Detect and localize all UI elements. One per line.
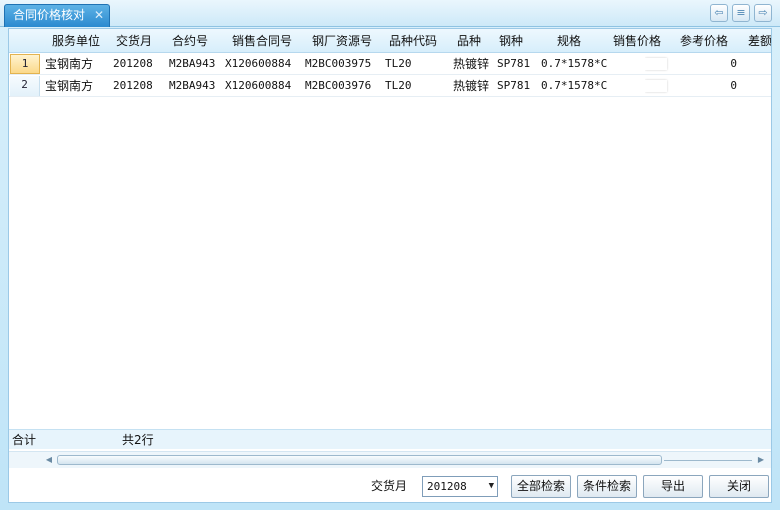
conditional-search-button[interactable]: 条件检索 xyxy=(577,475,637,498)
cell-variety-code: TL20 xyxy=(385,79,412,92)
cell-contract-no: M2BA943 xyxy=(169,57,216,70)
cell-steel-grade: SP781 xyxy=(497,57,531,70)
grid-panel: 服务单位 交货月 合约号 销售合同号 钢厂资源号 品种代码 品种 钢种 规格 销… xyxy=(8,28,772,503)
close-icon[interactable]: ✕ xyxy=(94,5,104,26)
table-row[interactable]: 2 宝钢南方 201208 M2BA943 X120600884 M2BC003… xyxy=(9,75,771,97)
scroll-track xyxy=(664,460,752,461)
header-col[interactable]: 品种代码 xyxy=(381,29,445,52)
scroll-left-icon[interactable]: ◀ xyxy=(42,453,56,467)
cell-mill-resource: M2BC003976 xyxy=(305,79,372,92)
header-col[interactable]: 差额 xyxy=(743,29,771,52)
cell-delivery-month: 201208 xyxy=(113,57,153,70)
chevron-down-icon[interactable]: ▼ xyxy=(489,477,494,496)
export-button[interactable]: 导出 xyxy=(643,475,703,498)
delivery-month-label: 交货月 xyxy=(371,479,408,493)
close-button[interactable]: 关闭 xyxy=(709,475,769,498)
cell-variety: 热镀锌 xyxy=(453,57,490,71)
menu-icon[interactable]: ≡ xyxy=(732,4,750,22)
delivery-month-select[interactable]: 201208 ▼ xyxy=(422,476,498,497)
cell-mill-resource: M2BC003975 xyxy=(305,57,372,70)
header-col[interactable]: 销售合同号 xyxy=(221,29,303,52)
cell-spec: 0.7*1578*C xyxy=(541,57,608,70)
header-rownum xyxy=(9,29,43,52)
masked-value xyxy=(645,80,667,92)
row-count: 共2行 xyxy=(122,433,154,447)
cell-sales-contract: X120600884 xyxy=(225,57,292,70)
header-col[interactable]: 钢厂资源号 xyxy=(303,29,381,52)
cell-difference xyxy=(755,75,771,96)
scroll-thumb[interactable] xyxy=(57,455,662,465)
cell-spec: 0.7*1578*C xyxy=(541,79,608,92)
row-number[interactable]: 1 xyxy=(10,54,40,74)
table-header: 服务单位 交货月 合约号 销售合同号 钢厂资源号 品种代码 品种 钢种 规格 销… xyxy=(9,29,771,53)
cell-steel-grade: SP781 xyxy=(497,79,531,92)
arrow-right-icon[interactable]: ⇨ xyxy=(754,4,772,22)
tab-title: 合同价格核对 xyxy=(13,8,86,22)
cell-sales-price xyxy=(645,53,675,74)
cell-sales-price xyxy=(645,75,675,96)
scroll-right-icon[interactable]: ▶ xyxy=(754,453,768,467)
header-col[interactable]: 品种 xyxy=(445,29,493,52)
cell-contract-no: M2BA943 xyxy=(169,79,216,92)
tab-bar: 合同价格核对 ✕ ⇦ ≡ ⇨ xyxy=(0,0,780,27)
tab-contract-price-check[interactable]: 合同价格核对 ✕ xyxy=(4,4,110,27)
summary-bar: 合计 共2行 xyxy=(9,429,771,449)
header-col[interactable]: 参考价格 xyxy=(665,29,743,52)
table-row[interactable]: 1 宝钢南方 201208 M2BA943 X120600884 M2BC003… xyxy=(9,53,771,75)
header-col[interactable]: 交货月 xyxy=(109,29,159,52)
header-col[interactable]: 销售价格 xyxy=(609,29,665,52)
row-number[interactable]: 2 xyxy=(10,76,40,96)
cell-ref-price: 0 xyxy=(730,79,737,92)
arrow-left-icon[interactable]: ⇦ xyxy=(710,4,728,22)
cell-variety-code: TL20 xyxy=(385,57,412,70)
cell-service-unit: 宝钢南方 xyxy=(45,79,94,93)
cell-variety: 热镀锌 xyxy=(453,79,490,93)
search-all-button[interactable]: 全部检索 xyxy=(511,475,571,498)
cell-delivery-month: 201208 xyxy=(113,79,153,92)
footer-toolbar: 交货月 201208 ▼ 全部检索 条件检索 导出 关闭 xyxy=(9,469,771,502)
horizontal-scrollbar[interactable]: ◀ ▶ xyxy=(9,451,771,468)
cell-service-unit: 宝钢南方 xyxy=(45,57,94,71)
cell-difference xyxy=(755,53,771,74)
header-col[interactable]: 规格 xyxy=(529,29,609,52)
cell-ref-price: 0 xyxy=(730,57,737,70)
delivery-month-value: 201208 xyxy=(427,480,467,493)
cell-sales-contract: X120600884 xyxy=(225,79,292,92)
header-col[interactable]: 合约号 xyxy=(159,29,221,52)
masked-value xyxy=(645,58,667,70)
header-col[interactable]: 服务单位 xyxy=(43,29,109,52)
header-col[interactable]: 钢种 xyxy=(493,29,529,52)
summary-label: 合计 xyxy=(12,433,37,447)
